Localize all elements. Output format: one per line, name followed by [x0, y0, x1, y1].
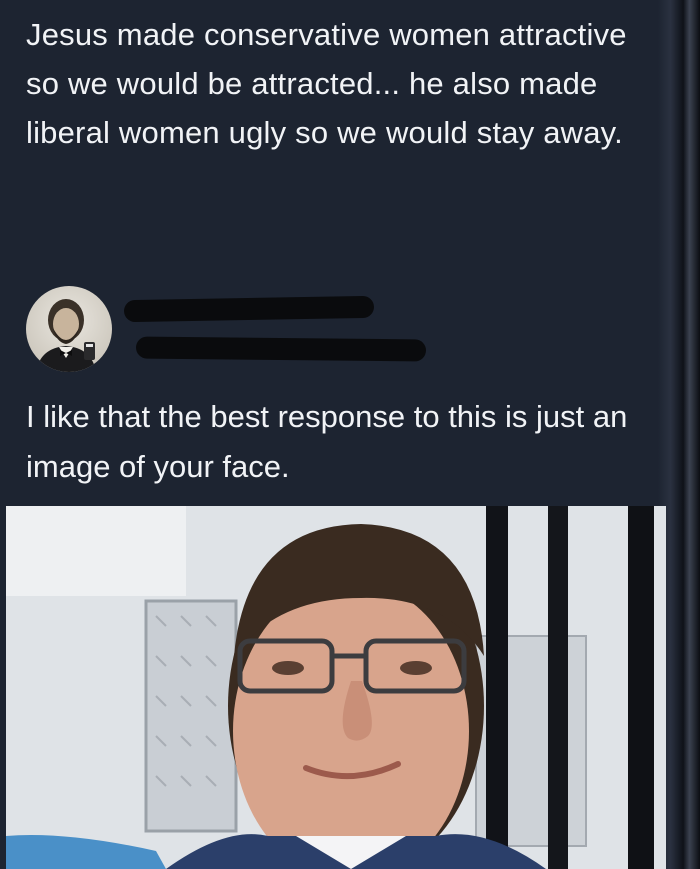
reply-text: I like that the best response to this is… [26, 399, 628, 484]
screenshot: Jesus made conservative women attractive… [0, 0, 700, 869]
author-handle-redacted [135, 336, 427, 362]
selfie-photo-graphic [6, 506, 666, 869]
author-row [26, 286, 446, 376]
lincoln-portrait-avatar-icon [36, 299, 96, 372]
author-name-redacted [123, 295, 375, 323]
author-avatar[interactable] [26, 286, 112, 372]
selfie-photo [6, 506, 666, 869]
post-text: Jesus made conservative women attractive… [26, 17, 627, 150]
